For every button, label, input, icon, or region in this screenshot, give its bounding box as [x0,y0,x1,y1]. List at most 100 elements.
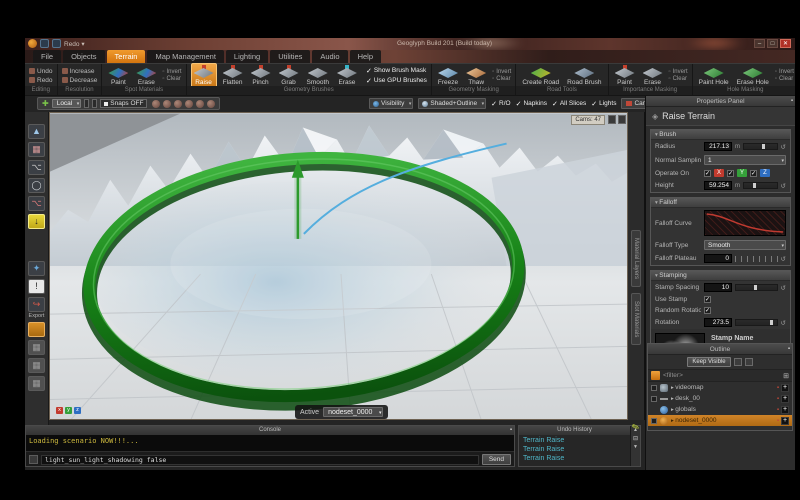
close-button[interactable]: ✕ [780,39,791,48]
app-logo-icon[interactable] [28,39,37,48]
plateau-slider[interactable] [735,256,778,262]
tab-file[interactable]: File [33,50,61,63]
tab-lighting[interactable]: Lighting [226,50,268,63]
row-checkbox[interactable] [651,396,657,402]
lower-terrain-tool-selected[interactable]: ↓ [28,214,45,229]
snap-option-icon[interactable] [152,100,160,108]
tab-objects[interactable]: Objects [63,50,104,63]
spot-invert-button[interactable]: Invert [162,69,181,75]
keep-visible-button[interactable]: Keep Visible [687,357,730,367]
radius-value[interactable]: 217.13 [704,142,732,151]
slider-reset-icon[interactable]: ↺ [781,255,786,263]
console-input[interactable]: light_sun_light_shadowing false [41,455,479,465]
export-tool[interactable]: ↪ [28,297,45,312]
ro-checkbox[interactable]: R/O [491,100,510,108]
grid-tool-3[interactable]: ▦ [28,376,45,391]
filter-icon[interactable] [651,371,660,380]
decrease-button[interactable]: Decrease [62,77,98,84]
console-header[interactable]: Console ▪ [26,426,514,435]
properties-panel-header[interactable]: Properties Panel ▪ [646,96,795,107]
create-road-button[interactable]: Create Road [520,64,561,87]
visibility-dropdown[interactable]: Visibility [369,98,413,109]
image-layer-tool[interactable]: ▦ [28,142,45,157]
tree-row-videomap[interactable]: videomap ▪+ [648,382,792,393]
node-graph-tool[interactable]: ⌥ [28,160,45,175]
warnings-tool[interactable]: ! [28,279,45,294]
spot-clear-button[interactable]: Clear [162,76,181,82]
y-axis-checkbox[interactable]: ✓ [727,170,734,177]
transform-toggle-icon[interactable] [92,99,97,108]
spot-erase-button[interactable]: Erase [134,64,158,87]
pinch-brush-button[interactable]: Pinch [249,64,273,87]
height-value[interactable]: 59.254 [704,181,732,190]
importance-clear-button[interactable]: Clear [669,76,688,82]
tree-row-globals[interactable]: globals ▪+ [648,404,792,415]
transform-toggle-icon[interactable] [84,99,89,108]
undo-history-header[interactable]: Undo History [519,426,630,435]
tab-slot-materials[interactable]: Slot Materials [631,293,641,345]
falloff-section-header[interactable]: Falloff [651,198,790,208]
stamp-spacing-slider[interactable] [735,284,778,291]
importance-invert-button[interactable]: Invert [669,69,688,75]
snap-option-icon[interactable] [207,100,215,108]
redo-dropdown[interactable]: Redo ▾ [64,40,85,48]
radius-slider[interactable] [743,143,778,150]
add-icon[interactable]: + [781,406,789,414]
snaps-toggle-button[interactable]: Snaps OFF [100,99,147,108]
spot-paint-button[interactable]: Paint [106,64,130,87]
slider-reset-icon[interactable]: ↺ [781,182,786,190]
tab-help[interactable]: Help [350,50,381,63]
expand-all-icon[interactable]: ⊞ [783,372,789,380]
z-axis-checkbox[interactable]: ✓ [750,170,757,177]
hole-clear-button[interactable]: Clear [775,76,794,82]
swatch-tool[interactable] [28,322,45,337]
slider-reset-icon[interactable]: ↺ [781,319,786,327]
shading-mode-dropdown[interactable]: Shaded+Outline [418,98,486,109]
grid-tool-2[interactable]: ▦ [28,358,45,373]
terrain-view-tool[interactable]: ▲ [28,124,45,139]
academy-tool[interactable]: ✦ [28,261,45,276]
outliner-option-icon[interactable] [734,358,742,366]
grid-tool-1[interactable]: ▦ [28,340,45,355]
lights-checkbox[interactable]: Lights [591,100,616,108]
rotation-value[interactable]: 273.5 [704,318,732,327]
outliner-option-icon[interactable] [745,358,753,366]
normal-sampling-dropdown[interactable]: 1 [704,155,786,165]
viewport-option-icon[interactable] [618,115,626,124]
tree-row-desk[interactable]: desk_00 ▪+ [648,393,792,404]
tab-audio[interactable]: Audio [312,50,347,63]
tab-terrain[interactable]: Terrain [107,50,146,63]
snap-option-icon[interactable] [196,100,204,108]
erase-hole-button[interactable]: Erase Hole [735,64,771,87]
importance-erase-button[interactable]: Erase [641,64,665,87]
slider-reset-icon[interactable]: ↺ [781,143,786,151]
slider-reset-icon[interactable]: ↺ [781,284,786,292]
filter-input[interactable]: <filter> [663,372,780,379]
tab-utilities[interactable]: Utilities [270,50,310,63]
close-icon[interactable]: ▪ [510,426,512,435]
redo-button[interactable]: Redo [29,77,53,84]
falloff-type-dropdown[interactable]: Smooth [704,240,786,250]
add-icon[interactable]: + [781,384,789,392]
visibility-toggle-icon[interactable]: ▪ [777,396,779,402]
visibility-toggle-icon[interactable]: ▪ [777,407,779,413]
increase-button[interactable]: Increase [62,68,98,75]
napkins-checkbox[interactable]: Napkins [516,100,547,108]
row-checkbox[interactable] [651,385,657,391]
height-slider[interactable] [743,182,778,189]
snap-option-icon[interactable] [174,100,182,108]
falloff-plateau-value[interactable]: 0 [704,254,732,263]
snap-option-icon[interactable] [163,100,171,108]
snap-option-icon[interactable] [185,100,193,108]
random-rotation-checkbox[interactable]: ✓ [704,307,711,314]
sphere-tool[interactable]: ◯ [28,178,45,193]
use-stamp-checkbox[interactable]: ✓ [704,296,711,303]
flatten-brush-button[interactable]: Flatten [221,64,245,87]
erase-brush-button[interactable]: Erase [335,64,359,87]
use-gpu-brushes-checkbox[interactable]: Use GPU Brushes [366,77,427,85]
show-brush-mask-checkbox[interactable]: Show Brush Mask [366,67,427,75]
scroll-down-icon[interactable]: ▼ [633,444,638,450]
grab-brush-button[interactable]: Grab [277,64,301,87]
outliner-header[interactable]: Outline ▪ [648,344,792,355]
send-button[interactable]: Send [482,454,511,465]
